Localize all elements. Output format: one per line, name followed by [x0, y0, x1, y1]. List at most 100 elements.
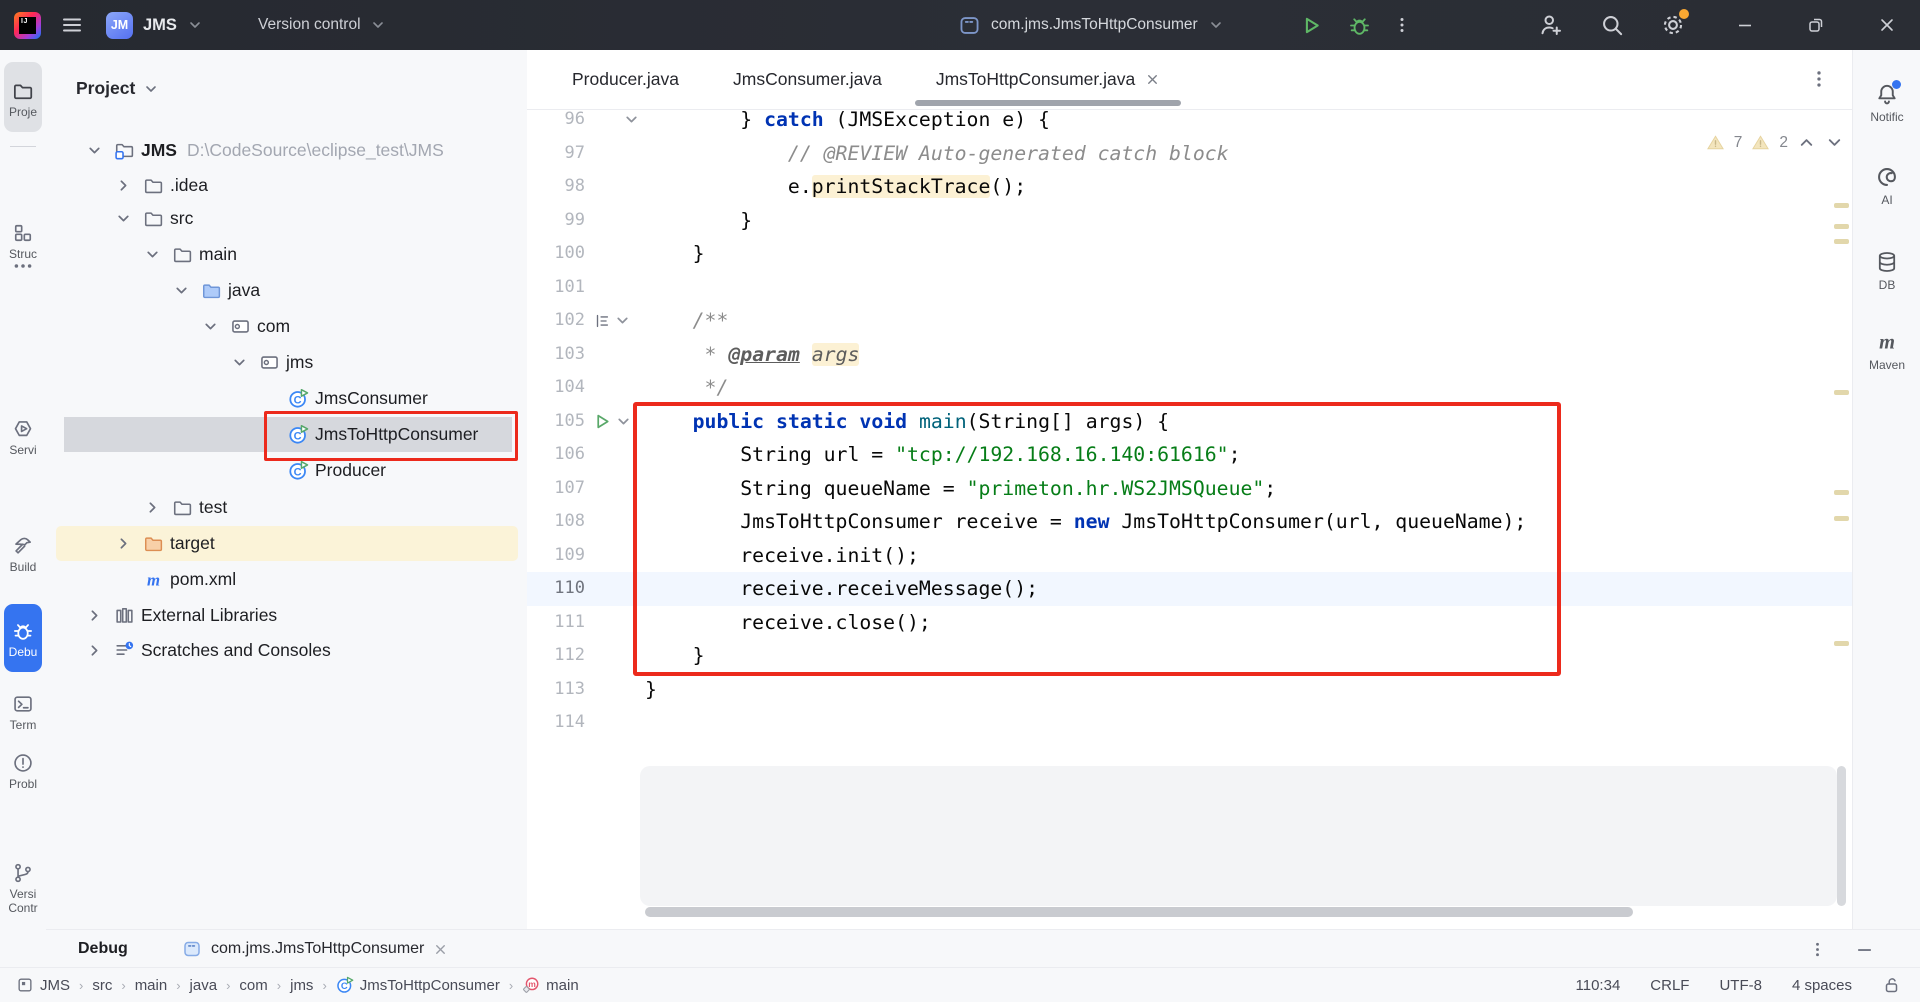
- tree-item-pom.xml[interactable]: mpom.xml: [46, 562, 527, 597]
- line-number[interactable]: 104: [527, 371, 585, 405]
- code-with-me-button[interactable]: [1538, 0, 1563, 50]
- tree-item-jms[interactable]: JMSD:\CodeSource\eclipse_test\JMS: [46, 133, 527, 168]
- code-line-101[interactable]: 101: [527, 271, 1852, 305]
- close-icon[interactable]: [1145, 72, 1160, 87]
- breadcrumb-item-jms[interactable]: JMS: [16, 976, 70, 994]
- fold-chevron-icon[interactable]: [615, 413, 632, 430]
- tree-item-target[interactable]: target: [46, 526, 527, 561]
- code-line-103[interactable]: 103 * @param args: [527, 338, 1852, 372]
- tree-item-scratches-and-consoles[interactable]: Scratches and Consoles: [46, 633, 527, 668]
- line-number[interactable]: 114: [527, 706, 585, 740]
- chevron-down-icon[interactable]: [115, 210, 132, 227]
- code-line-107[interactable]: 107 String queueName = "primeton.hr.WS2J…: [527, 472, 1852, 506]
- close-button[interactable]: [1864, 0, 1910, 50]
- code-line-102[interactable]: 102 /**: [527, 304, 1852, 338]
- code-line-109[interactable]: 109 receive.init();: [527, 539, 1852, 573]
- code-line-105[interactable]: 105 public static void main(String[] arg…: [527, 405, 1852, 439]
- activity-item-probl[interactable]: Probl: [0, 752, 46, 791]
- code-line-108[interactable]: 108 JmsToHttpConsumer receive = new JmsT…: [527, 505, 1852, 539]
- tool-window-button-notific[interactable]: Notific: [1853, 82, 1920, 124]
- line-number[interactable]: 99: [527, 204, 585, 238]
- line-number[interactable]: 111: [527, 606, 585, 640]
- tree-item-producer[interactable]: CProducer: [46, 453, 527, 488]
- minimize-button[interactable]: [1722, 0, 1768, 50]
- run-configuration-widget[interactable]: com.jms.JmsToHttpConsumer: [958, 0, 1224, 50]
- tree-item-main[interactable]: main: [46, 237, 527, 272]
- search-everywhere-button[interactable]: [1600, 0, 1624, 50]
- tree-item-external-libraries[interactable]: External Libraries: [46, 598, 527, 633]
- code-line-99[interactable]: 99 }: [527, 204, 1852, 238]
- breadcrumb-item-main[interactable]: mmain: [522, 976, 579, 994]
- run-line-icon[interactable]: [593, 412, 612, 431]
- chevron-down-icon[interactable]: [86, 142, 103, 159]
- code-line-106[interactable]: 106 String url = "tcp://192.168.16.140:6…: [527, 438, 1852, 472]
- editor-tab-jmsconsumer.java[interactable]: JmsConsumer.java: [706, 50, 909, 109]
- line-separator[interactable]: CRLF: [1650, 977, 1689, 994]
- chevron-down-icon[interactable]: [173, 282, 190, 299]
- breadcrumb-item-main[interactable]: main: [135, 977, 168, 994]
- tool-window-button-maven[interactable]: mMaven: [1853, 330, 1920, 372]
- chevron-up-icon[interactable]: [1797, 133, 1816, 152]
- tree-item-com[interactable]: com: [46, 309, 527, 344]
- vcs-widget[interactable]: Version control: [258, 0, 386, 50]
- line-number[interactable]: 109: [527, 539, 585, 573]
- breadcrumb-item-java[interactable]: java: [190, 977, 218, 994]
- kebab-icon[interactable]: [1808, 940, 1827, 959]
- restore-button[interactable]: [1793, 0, 1839, 50]
- code-line-98[interactable]: 98 e.printStackTrace();: [527, 170, 1852, 204]
- chevron-right-icon[interactable]: [86, 607, 103, 624]
- fold-chevron-icon[interactable]: [623, 111, 640, 128]
- debug-session-tab[interactable]: com.jms.JmsToHttpConsumer: [182, 930, 448, 968]
- tool-window-button-db[interactable]: DB: [1853, 250, 1920, 292]
- chevron-down-icon[interactable]: [202, 318, 219, 335]
- line-number[interactable]: 97: [527, 137, 585, 171]
- line-number[interactable]: 107: [527, 472, 585, 506]
- tree-item-test[interactable]: test: [46, 490, 527, 525]
- project-view-selector[interactable]: Project: [76, 78, 159, 99]
- breadcrumb-item-src[interactable]: src: [92, 977, 112, 994]
- breadcrumb-item-com[interactable]: com: [239, 977, 267, 994]
- line-number[interactable]: 96: [527, 110, 585, 137]
- main-menu-button[interactable]: [60, 0, 84, 50]
- line-number[interactable]: 110: [527, 572, 585, 606]
- tree-item-jmsconsumer[interactable]: CJmsConsumer: [46, 381, 527, 416]
- run-button[interactable]: [1300, 0, 1323, 50]
- code-line-110[interactable]: 110 receive.receiveMessage();: [527, 572, 1852, 606]
- line-number[interactable]: 112: [527, 639, 585, 673]
- chevron-right-icon[interactable]: [144, 499, 161, 516]
- chevron-down-icon[interactable]: [231, 354, 248, 371]
- debug-button[interactable]: [1348, 0, 1371, 50]
- line-number[interactable]: 103: [527, 338, 585, 372]
- activity-item-proje[interactable]: Proje: [0, 80, 46, 119]
- line-number[interactable]: 106: [527, 438, 585, 472]
- editor-options-kebab-icon[interactable]: [1808, 68, 1830, 90]
- chevron-right-icon[interactable]: [115, 535, 132, 552]
- doc-render-icon[interactable]: [593, 312, 611, 330]
- tool-window-button-ai[interactable]: AI: [1853, 165, 1920, 207]
- chevron-right-icon[interactable]: [86, 642, 103, 659]
- line-number[interactable]: 105: [527, 405, 585, 439]
- editor-tab-producer.java[interactable]: Producer.java: [545, 50, 706, 109]
- caret-position[interactable]: 110:34: [1576, 977, 1621, 994]
- code-line-111[interactable]: 111 receive.close();: [527, 606, 1852, 640]
- line-number[interactable]: 108: [527, 505, 585, 539]
- activity-item-versi[interactable]: VersiContr: [0, 862, 46, 915]
- fold-chevron-icon[interactable]: [614, 312, 631, 329]
- code-line-97[interactable]: 97 // @REVIEW Auto-generated catch block: [527, 137, 1852, 171]
- vertical-scrollbar[interactable]: [1837, 766, 1846, 906]
- line-number[interactable]: 100: [527, 237, 585, 271]
- breadcrumb-item-jmstohttpconsumer[interactable]: CJmsToHttpConsumer: [336, 976, 500, 994]
- chevron-down-icon[interactable]: [1825, 133, 1844, 152]
- tree-item-jms[interactable]: jms: [46, 345, 527, 380]
- code-line-104[interactable]: 104 */: [527, 371, 1852, 405]
- activity-item-debu[interactable]: Debu: [0, 620, 46, 659]
- lock-open-icon[interactable]: [1882, 975, 1902, 995]
- tree-item-java[interactable]: java: [46, 273, 527, 308]
- chevron-down-icon[interactable]: [144, 246, 161, 263]
- activity-item-term[interactable]: Term: [0, 693, 46, 732]
- close-icon[interactable]: [433, 942, 448, 957]
- code-line-112[interactable]: 112 }: [527, 639, 1852, 673]
- line-number[interactable]: 102: [527, 304, 585, 338]
- chevron-right-icon[interactable]: [115, 177, 132, 194]
- code-line-96[interactable]: 96 } catch (JMSException e) {: [527, 110, 1852, 137]
